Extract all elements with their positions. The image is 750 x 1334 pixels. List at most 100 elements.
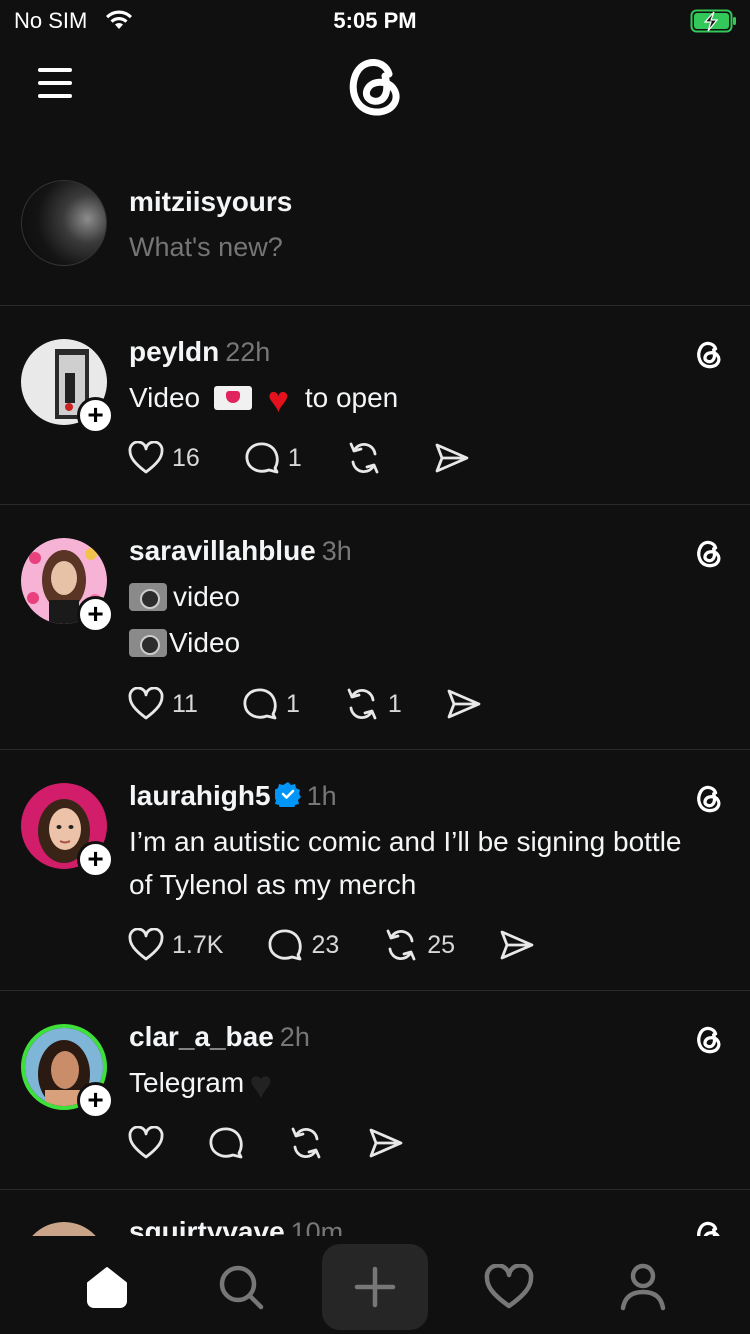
post-actions: 1.7K 23 25 [128, 925, 579, 965]
post-text-part: Telegram [129, 1067, 245, 1098]
send-icon [435, 443, 469, 473]
new-thread-composer[interactable]: mitziisyours [0, 170, 750, 306]
post-text-part: to open [304, 382, 399, 413]
threads-icon[interactable] [694, 338, 724, 375]
reply-button[interactable]: 1 [242, 687, 300, 721]
red-heart-icon: ♥ [267, 379, 290, 420]
repost-count: 1 [387, 689, 402, 718]
thread-post[interactable]: + peyldn 22h Video ♥ to open 16 1 [0, 306, 750, 505]
send-icon [369, 1128, 403, 1158]
comment-icon [243, 688, 277, 720]
post-time: 22h [225, 337, 271, 367]
composer-username: mitziisyours [129, 186, 293, 217]
post-time: 3h [321, 536, 352, 566]
post-time: 2h [279, 1022, 310, 1052]
tab-compose[interactable] [322, 1244, 428, 1330]
like-button[interactable]: 16 [128, 441, 200, 475]
repost-count: 25 [427, 930, 456, 959]
send-icon [447, 689, 481, 719]
threads-icon[interactable] [694, 782, 724, 819]
post-text: Telegram ♥ [129, 1061, 709, 1106]
camera-icon [129, 583, 167, 611]
like-count: 16 [172, 443, 200, 472]
heart-icon [128, 441, 164, 474]
avatar[interactable] [21, 180, 107, 266]
avatar[interactable] [21, 1222, 107, 1236]
follow-plus-button[interactable]: + [77, 841, 114, 878]
post-header: squirtyvave 10m [129, 1216, 343, 1236]
new-thread-input[interactable] [129, 232, 669, 263]
battery-charging-icon [690, 8, 738, 39]
post-text: video Video [129, 575, 709, 664]
thread-post[interactable]: + saravillahblue 3h video Video 11 1 1 [0, 505, 750, 750]
search-icon [219, 1265, 264, 1310]
repost-button[interactable]: 1 [344, 687, 402, 721]
post-text-line: video [173, 581, 240, 612]
follow-plus-button[interactable]: + [77, 1082, 114, 1119]
like-count: 1.7K [172, 930, 224, 959]
like-button[interactable]: 11 [128, 687, 198, 721]
clock: 5:05 PM [333, 8, 417, 33]
share-button[interactable] [446, 687, 482, 721]
tab-search[interactable] [188, 1244, 294, 1330]
post-header: saravillahblue 3h [129, 535, 352, 567]
tab-home[interactable] [54, 1244, 160, 1330]
threads-icon[interactable] [694, 1023, 724, 1060]
repost-icon [386, 929, 416, 961]
verified-badge-icon [272, 781, 301, 814]
share-button[interactable] [499, 928, 535, 962]
tab-activity[interactable] [456, 1244, 562, 1330]
reply-button[interactable]: 1 [244, 441, 302, 475]
thread-post[interactable]: + clar_a_bae 2h Telegram ♥ [0, 991, 750, 1190]
post-username[interactable]: laurahigh5 [129, 780, 271, 811]
thread-post[interactable]: squirtyvave 10m [0, 1190, 750, 1236]
like-button[interactable] [128, 1126, 164, 1160]
repost-button[interactable] [288, 1126, 324, 1160]
post-header: clar_a_bae 2h [129, 1021, 310, 1053]
comment-icon [209, 1127, 243, 1159]
follow-plus-button[interactable]: + [77, 596, 114, 633]
heart-icon [484, 1264, 534, 1309]
post-username[interactable]: peyldn [129, 336, 219, 367]
profile-icon [620, 1263, 666, 1311]
post-time: 10m [290, 1217, 344, 1236]
home-icon [87, 1267, 127, 1308]
post-text-line: Video [169, 627, 241, 658]
comment-icon [268, 929, 303, 961]
thread-post[interactable]: + laurahigh5 1h I’m an autistic comic and… [0, 750, 750, 991]
post-actions [128, 1123, 448, 1163]
post-text: I’m an autistic comic and I’ll be signin… [129, 826, 682, 900]
repost-button[interactable]: 25 [383, 928, 455, 962]
reply-button[interactable]: 23 [267, 928, 339, 962]
post-username[interactable]: squirtyvave [129, 1216, 285, 1236]
follow-plus-button[interactable]: + [77, 397, 114, 434]
camera-icon [129, 629, 167, 657]
menu-button[interactable] [38, 68, 74, 98]
tab-bar [0, 1236, 750, 1334]
threads-logo-icon[interactable] [343, 52, 407, 123]
like-button[interactable]: 1.7K [128, 928, 223, 962]
send-icon [500, 930, 534, 960]
threads-icon[interactable] [694, 537, 724, 574]
reply-count: 1 [287, 443, 302, 472]
post-username[interactable]: saravillahblue [129, 535, 316, 566]
post-time: 1h [306, 781, 337, 811]
heart-icon [128, 687, 164, 720]
threads-icon[interactable] [694, 1218, 724, 1236]
repost-button[interactable] [346, 441, 390, 475]
post-username[interactable]: clar_a_bae [129, 1021, 274, 1052]
love-letter-icon [213, 386, 252, 410]
status-bar: No SIM 5:05 PM [0, 0, 750, 42]
plus-icon [354, 1266, 396, 1308]
heart-icon [128, 928, 164, 961]
reply-button[interactable] [208, 1126, 244, 1160]
repost-icon [291, 1127, 321, 1159]
share-button[interactable] [434, 441, 470, 475]
share-button[interactable] [368, 1126, 404, 1160]
reply-count: 23 [311, 930, 340, 959]
tab-profile[interactable] [590, 1244, 696, 1330]
post-text-part: Video [129, 382, 201, 413]
post-header: laurahigh5 1h [129, 780, 337, 814]
black-heart-icon: ♥ [250, 1064, 272, 1105]
reply-count: 1 [285, 689, 300, 718]
